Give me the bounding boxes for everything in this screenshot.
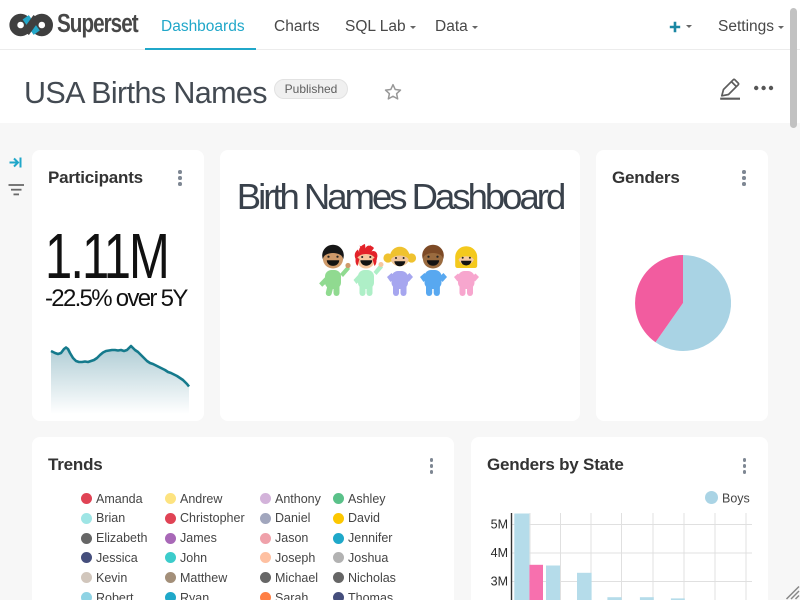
- svg-text:3M: 3M: [491, 575, 508, 589]
- svg-text:4M: 4M: [491, 546, 508, 560]
- svg-text:5M: 5M: [491, 518, 508, 532]
